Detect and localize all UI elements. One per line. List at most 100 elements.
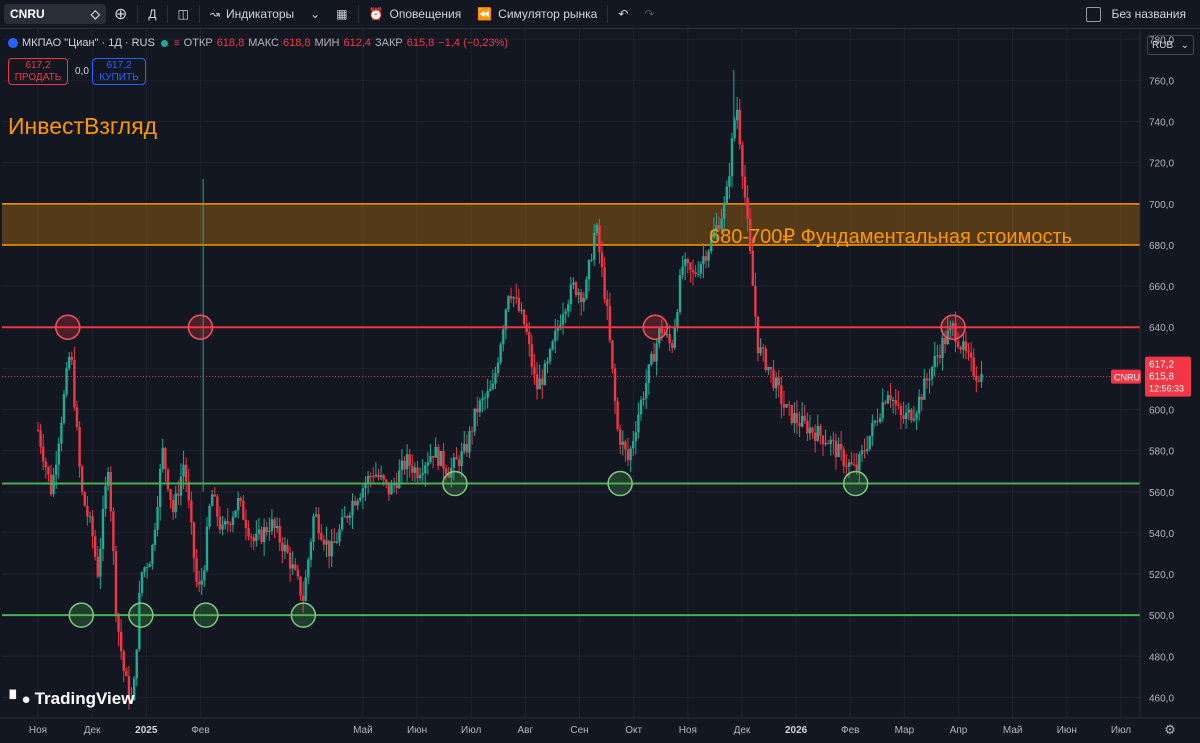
candle-body (385, 479, 388, 483)
candle-body (889, 395, 892, 401)
candle-body (761, 347, 765, 349)
candle-body (894, 400, 897, 405)
candle-body (865, 448, 869, 452)
open-value: 618,8 (216, 37, 245, 49)
candle-body (270, 519, 274, 531)
candle-body (873, 420, 877, 423)
time-axis-tick: 2025 (135, 725, 158, 736)
candle-body (457, 459, 461, 466)
candle-body (177, 493, 180, 496)
candle-body (803, 415, 806, 421)
candle-body (972, 357, 975, 377)
support-touch-marker (842, 470, 869, 497)
candle-body (398, 470, 401, 488)
candle-body (837, 444, 840, 457)
candle-body (442, 450, 445, 469)
candle-body (491, 383, 495, 389)
candle-body (452, 457, 456, 468)
support-touch-marker (607, 470, 633, 497)
candle-body (832, 439, 835, 441)
candle-body (117, 614, 120, 632)
change-value: −1,4 (−0,23%) (438, 37, 509, 49)
candle-body (314, 514, 318, 517)
candle-body (842, 449, 845, 467)
candle-body (418, 474, 422, 479)
candle-body (257, 529, 261, 534)
candle-body (286, 544, 289, 553)
price-axis-tick: 600,0 (1149, 405, 1174, 416)
candle-body (696, 273, 700, 275)
candle-body (182, 464, 185, 477)
candle-body (777, 377, 780, 386)
candle-body (265, 526, 268, 532)
candle-body (725, 186, 728, 204)
candle-body (652, 353, 656, 362)
candle-body (234, 510, 237, 517)
candle-body (920, 396, 923, 400)
candle-body (200, 580, 203, 585)
chart-legend: МКПАО "Циан" · 1Д · RUS ≡ ОТКР 618,8 МАКС… (8, 37, 508, 49)
candle-body (904, 412, 908, 419)
candle-body (229, 523, 232, 525)
candle-body (260, 529, 263, 543)
candle-body (195, 558, 198, 582)
candle-body (800, 415, 804, 427)
candle-body (897, 404, 900, 407)
candle-body (956, 341, 960, 348)
candle-body (382, 475, 385, 480)
candle-body (288, 552, 292, 569)
candle-body (821, 435, 825, 445)
high-value: 618,8 (282, 37, 311, 49)
candle-body (403, 460, 406, 470)
candle-body (969, 352, 973, 358)
candle-body (122, 651, 125, 671)
candle-body (275, 525, 279, 529)
candle-body (829, 439, 832, 444)
candle-body (787, 404, 791, 406)
currency-select[interactable]: RUB ⌄ (1147, 35, 1194, 55)
candle-body (468, 431, 471, 453)
resistance-touch-marker (55, 314, 81, 340)
candle-body (158, 468, 162, 508)
candle-body (603, 267, 606, 300)
candle-body (834, 440, 838, 457)
candle-body (572, 282, 575, 285)
candle (522, 308, 526, 327)
candle-body (145, 567, 149, 569)
support-touch-marker (442, 470, 468, 497)
candle-body (366, 476, 370, 484)
candle-body (512, 297, 515, 299)
candle-body (686, 259, 689, 263)
candle-body (197, 581, 201, 585)
candle-body (283, 544, 287, 552)
candle-body (673, 327, 677, 348)
candle-body (962, 341, 965, 350)
candle-body (140, 572, 144, 593)
candle-body (88, 516, 92, 518)
candle-body (907, 409, 910, 413)
candle-body (424, 465, 427, 474)
candle-body (213, 494, 216, 497)
settings-gear-icon[interactable]: ⚙ (1164, 723, 1176, 738)
candle-body (390, 484, 393, 495)
support-touch-marker (290, 602, 317, 628)
candle-body (242, 500, 245, 520)
time-axis-tick: Ноя (679, 725, 697, 736)
candle-body (735, 109, 739, 121)
chevron-down-icon: ⌄ (1180, 39, 1189, 51)
candle-body (943, 337, 947, 345)
close-value: 615,8 (406, 37, 435, 49)
candle-body (884, 402, 887, 404)
open-label: ОТКР (183, 37, 213, 49)
buy-button[interactable]: 617,2 КУПИТЬ (92, 58, 146, 85)
sell-button[interactable]: 617,2 ПРОДАТЬ (8, 58, 68, 85)
candle-body (216, 496, 219, 517)
candle-body (187, 481, 190, 501)
candle-body (312, 516, 315, 542)
candle-body (273, 519, 276, 529)
candle-body (83, 492, 86, 506)
price-chart[interactable]: 780,0760,0740,0720,0700,0680,0660,0640,0… (0, 0, 1200, 743)
candle-body (54, 464, 58, 476)
candle-body (346, 516, 349, 519)
candle-body (671, 343, 674, 348)
